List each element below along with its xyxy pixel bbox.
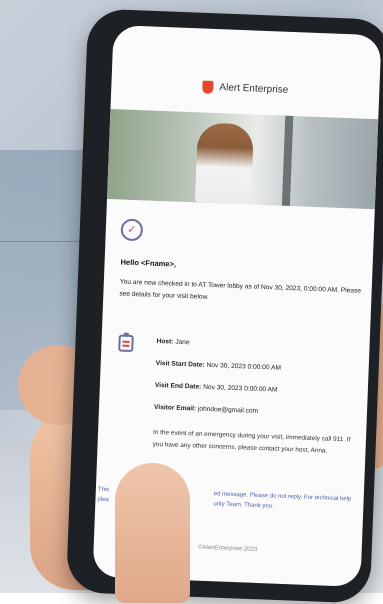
visitor-email-value[interactable]: johndoe@gmail.com bbox=[198, 406, 258, 415]
hero-person bbox=[194, 122, 254, 205]
greeting: Hello <Fname>, bbox=[120, 257, 177, 269]
host-value: Jane bbox=[175, 338, 190, 347]
end-date-row: Visit End Date: Nov 30, 2023 0:00:00 AM bbox=[155, 382, 278, 394]
brand-name: Alert Enterprise bbox=[219, 82, 289, 96]
check-icon: ✓ bbox=[120, 218, 144, 242]
host-label: Host: bbox=[156, 337, 174, 346]
visitor-email-label: Visitor Email: bbox=[153, 403, 197, 413]
footer-left: This bbox=[97, 486, 110, 494]
footer-left-2: plea bbox=[97, 496, 109, 504]
shield-icon bbox=[202, 80, 214, 94]
intro-paragraph: You are now checked in to AT Tower lobby… bbox=[119, 278, 362, 301]
brand-header: Alert Enterprise bbox=[111, 77, 379, 100]
clipboard-icon bbox=[118, 334, 134, 353]
hero-image bbox=[107, 108, 379, 210]
hand-finger bbox=[115, 463, 190, 603]
host-row: Host: Jane bbox=[156, 338, 189, 346]
end-date-value: Nov 30, 2023 0:00:00 AM bbox=[202, 383, 278, 394]
start-date-row: Visit Start Date: Nov 30, 2023 0:00:00 A… bbox=[156, 360, 281, 372]
background-line bbox=[0, 241, 92, 242]
emergency-paragraph: In the event of an emergency during your… bbox=[152, 428, 351, 455]
start-date-value: Nov 30, 2023 0:00:00 AM bbox=[206, 361, 282, 372]
visitor-email-row: Visitor Email: johndoe@gmail.com bbox=[154, 404, 258, 415]
hero-door bbox=[281, 115, 294, 206]
start-date-label: Visit Start Date: bbox=[155, 359, 205, 369]
end-date-label: Visit End Date: bbox=[154, 381, 202, 391]
